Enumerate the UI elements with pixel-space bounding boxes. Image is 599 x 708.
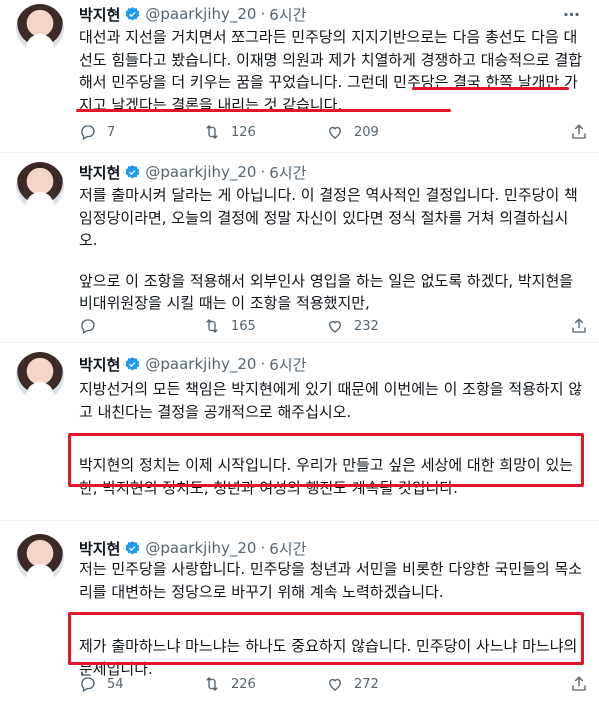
reply-icon [81,677,95,692]
like-count: 209 [354,124,379,140]
reply-button[interactable]: 54 [79,675,124,693]
author-name[interactable]: 박지현 [79,354,120,375]
tweet[interactable]: 박지현 @paarkjihy_20 · 6시간 지방선거의 모든 책임은 박지현… [0,342,599,520]
tweet-actions: 54 226 272 [79,672,586,696]
tweet-header: 박지현 @paarkjihy_20 · 6시간 [79,354,306,374]
separator-dot: · [260,5,266,23]
tweet-paragraph: 저는 민주당을 사랑합니다. 민주당을 청년과 서민을 비롯한 다양한 국민들의… [79,560,583,601]
like-button[interactable]: 232 [326,317,379,335]
separator-dot: · [260,355,266,373]
like-button[interactable]: 209 [326,123,379,141]
heart-icon [329,678,341,691]
separator-dot: · [260,539,266,557]
share-icon [572,318,586,333]
tweet[interactable]: 박지현 @paarkjihy_20 · 6시간 저를 출마시켜 달라는 게 아닙… [0,152,599,342]
retweet-button[interactable]: 126 [203,123,256,141]
verified-badge-icon [125,540,140,555]
heart-icon [329,320,341,333]
tweet-paragraph: 지방선거의 모든 책임은 박지현에게 있기 때문에 이번에는 이 조항을 적용하… [79,380,583,421]
retweet-count: 126 [231,124,256,140]
timestamp[interactable]: 6시간 [269,354,306,375]
avatar[interactable] [16,162,64,210]
retweet-icon [206,319,218,333]
share-button[interactable] [570,123,598,141]
avatar[interactable] [16,534,64,582]
share-icon [572,676,586,691]
retweet-count: 165 [231,318,256,334]
tweet-paragraph: 대선과 지선을 거치면서 쪼그라든 민주당의 지지기반으로는 다음 총선도 다음… [79,28,583,114]
reply-icon [81,125,95,140]
verified-badge-icon [125,6,140,21]
tweet-header: 박지현 @paarkjihy_20 · 6시간 [79,538,306,558]
highlight-underline [76,109,451,112]
tweet-text: 저를 출마시켜 달라는 게 아닙니다. 이 결정은 역사적인 결정입니다. 민주… [79,184,585,315]
share-button[interactable] [570,317,598,335]
share-button[interactable] [570,675,598,693]
tweet-text: 대선과 지선을 거치면서 쪼그라든 민주당의 지지기반으로는 다음 총선도 다음… [79,26,585,116]
retweet-button[interactable]: 165 [203,317,256,335]
retweet-icon [206,125,218,139]
timestamp[interactable]: 6시간 [269,162,306,183]
author-name[interactable]: 박지현 [79,538,120,559]
retweet-button[interactable]: 226 [203,675,256,693]
verified-badge-icon [125,164,140,179]
retweet-count: 226 [231,676,256,692]
highlight-box [68,433,584,487]
verified-badge-icon [125,356,140,371]
separator-dot: · [260,163,266,181]
more-icon[interactable] [559,4,583,24]
reply-count: 54 [107,676,124,692]
author-handle[interactable]: @paarkjihy_20 [145,539,256,557]
tweet-paragraph: 저를 출마시켜 달라는 게 아닙니다. 이 결정은 역사적인 결정입니다. 민주… [79,186,578,249]
timestamp[interactable]: 6시간 [269,538,306,559]
share-icon [572,124,586,139]
author-handle[interactable]: @paarkjihy_20 [145,163,256,181]
reply-button[interactable] [79,317,107,335]
author-handle[interactable]: @paarkjihy_20 [145,5,256,23]
author-name[interactable]: 박지현 [79,4,120,25]
tweet-actions: 165 232 [79,314,586,338]
like-count: 232 [354,318,379,334]
tweet-header: 박지현 @paarkjihy_20 · 6시간 [79,162,306,182]
avatar[interactable] [16,4,64,52]
heart-icon [329,126,341,139]
tweet[interactable]: 박지현 @paarkjihy_20 · 6시간 저는 민주당을 사랑합니다. 민… [0,520,599,708]
reply-icon [81,319,95,334]
like-count: 272 [354,676,379,692]
reply-button[interactable]: 7 [79,123,115,141]
highlight-underline [412,87,569,90]
tweet[interactable]: 박지현 @paarkjihy_20 · 6시간 대선과 지선을 거치면서 쪼그라… [0,0,599,152]
author-name[interactable]: 박지현 [79,162,120,183]
avatar[interactable] [16,352,64,400]
timestamp[interactable]: 6시간 [269,4,306,25]
like-button[interactable]: 272 [326,675,379,693]
highlight-box [68,612,584,665]
retweet-icon [206,677,218,691]
reply-count: 7 [107,124,116,140]
tweet-header: 박지현 @paarkjihy_20 · 6시간 [79,4,306,24]
tweet-actions: 7 126 209 [79,120,586,144]
tweet-paragraph: 앞으로 이 조항을 적용해서 외부인사 영입을 하는 일은 없도록 하겠다, 박… [79,271,574,313]
author-handle[interactable]: @paarkjihy_20 [145,355,256,373]
